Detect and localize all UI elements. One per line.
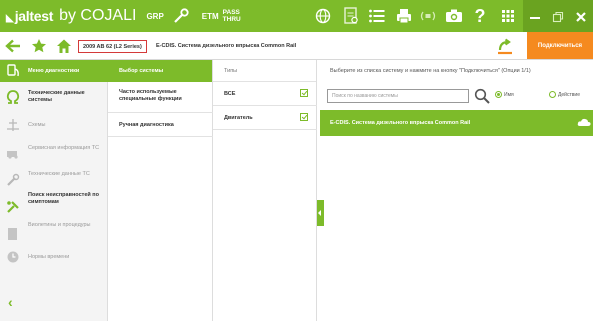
menu-item-schematics: Схемы [0,112,108,138]
menu-item-label: Технические данные системы [28,90,85,103]
selected-system-label: E-CDIS. Система дизельного впрыска Commo… [156,43,297,49]
top-toolbar: ◣ jaltest by COJALI GRP ETM PASS THRU ? [0,0,593,32]
menu-item-bulletins: Виолетины и процедуры [0,222,108,246]
etm-button[interactable]: ETM [202,12,219,21]
favorite-star-icon[interactable] [30,37,48,55]
connect-button[interactable]: Подключиться [527,32,593,59]
type-row-all[interactable]: ВСЕ [213,82,317,106]
types-header: Типы [213,60,316,82]
menu-item-system-tech-data[interactable]: Технические данные системы [0,82,108,112]
bulletin-doc-icon [8,228,17,240]
grp-button[interactable]: GRP [146,12,163,21]
thru-label: THRU [222,16,241,23]
frequent-functions-item[interactable]: Часто используемые специальные функции [119,89,211,103]
panel-collapse-tab[interactable] [317,200,324,226]
menu-item-label: Поиск неисправностей по симптомам [28,192,99,205]
logo-name: jaltest [14,8,54,24]
menu-item-service-info: Сервисная информация ТС [0,138,108,166]
menu-item-label: Нормы времени [28,254,70,260]
type-all-checkbox[interactable] [300,89,308,97]
radio-label: Действие [558,91,580,98]
minimize-icon[interactable] [529,10,541,22]
wrench-icon [7,173,20,186]
pass-label: PASS [222,9,240,16]
menu-item-vehicle-tech-data: Технические данные ТС [0,166,108,192]
collapse-menu-button[interactable]: ‹ [8,294,13,310]
menu-item-label: Схемы [28,122,46,128]
type-engine-checkbox[interactable] [300,113,308,121]
divider [108,112,213,113]
radio-label: Имя [504,91,514,98]
swap-connection-icon[interactable] [496,37,514,55]
menu-item-label: Технические данные ТС [28,171,90,177]
menu-item-symptom-search[interactable]: Поиск неисправностей по симптомам [0,192,108,222]
type-label: ВСЕ [224,91,236,97]
print-icon[interactable] [394,6,414,26]
system-selection-header[interactable]: Выбор системы [108,60,212,82]
left-menu: Меню диагностики Технические данные сист… [0,60,108,321]
menu-item-label: Виолетины и процедуры [28,222,91,228]
document-icon[interactable] [341,6,361,26]
symptom-icon [7,201,19,213]
vehicle-model-label: 2009 AB 62 (L2 Series) [78,40,147,53]
instruction-text: Выберите из списка систему и нажмите на … [330,68,531,74]
logo-sub: by COJALI [59,7,137,24]
close-icon[interactable] [575,10,587,22]
help-icon[interactable]: ? [470,6,490,26]
service-icon [7,151,18,159]
system-selection-column: Выбор системы Часто используемые специал… [108,60,213,321]
radio-unselected-icon [549,91,556,98]
wireless-icon[interactable] [418,6,438,26]
system-list-item[interactable]: E-CDIS. Система дизельного впрыска Commo… [320,110,593,136]
logo-mark: ◣ [6,13,14,24]
list-icon[interactable] [367,6,387,26]
menu-item-label: Сервисная информация ТС [28,145,100,151]
window-controls [523,0,593,32]
clock-icon [7,251,19,263]
types-column: Типы ВСЕ Двигатель [213,60,317,321]
home-icon[interactable] [55,37,73,55]
menu-item-labor-times: Нормы времени [0,246,108,268]
pass-thru-button[interactable]: PASS THRU [223,9,241,23]
tools-icon[interactable] [172,7,190,25]
search-icon[interactable] [474,88,490,104]
camera-icon[interactable] [444,6,464,26]
globe-icon[interactable] [313,6,333,26]
diagnostic-icon [7,64,19,77]
app-window: ◣ jaltest by COJALI GRP ETM PASS THRU ? … [0,0,593,321]
sort-by-name-radio[interactable]: Имя [495,91,514,98]
back-arrow-icon[interactable] [4,37,22,55]
system-list-panel: Выберите из списка систему и нажмите на … [317,60,593,321]
sort-by-action-radio[interactable]: Действие [549,91,580,98]
type-row-engine[interactable]: Двигатель [213,106,317,130]
system-name: E-CDIS. Система дизельного впрыска Commo… [330,120,471,126]
omega-icon [6,90,20,104]
system-search-input[interactable]: Поиск по названию системы [327,89,469,103]
restore-icon[interactable] [552,10,564,23]
jaltest-logo: ◣ jaltest [6,8,53,24]
apps-grid-icon[interactable] [498,6,518,26]
type-label: Двигатель [224,115,253,121]
radio-selected-icon [495,91,502,98]
cloud-icon [577,118,591,126]
schematic-icon [7,119,19,131]
etm-pass-thru-group[interactable]: ETM PASS THRU [202,9,241,23]
menu-item-label: Меню диагностики [28,68,80,74]
manual-diagnostics-item[interactable]: Ручная диагностика [119,122,211,129]
divider [108,136,213,137]
menu-item-diagnostics[interactable]: Меню диагностики [0,60,108,82]
